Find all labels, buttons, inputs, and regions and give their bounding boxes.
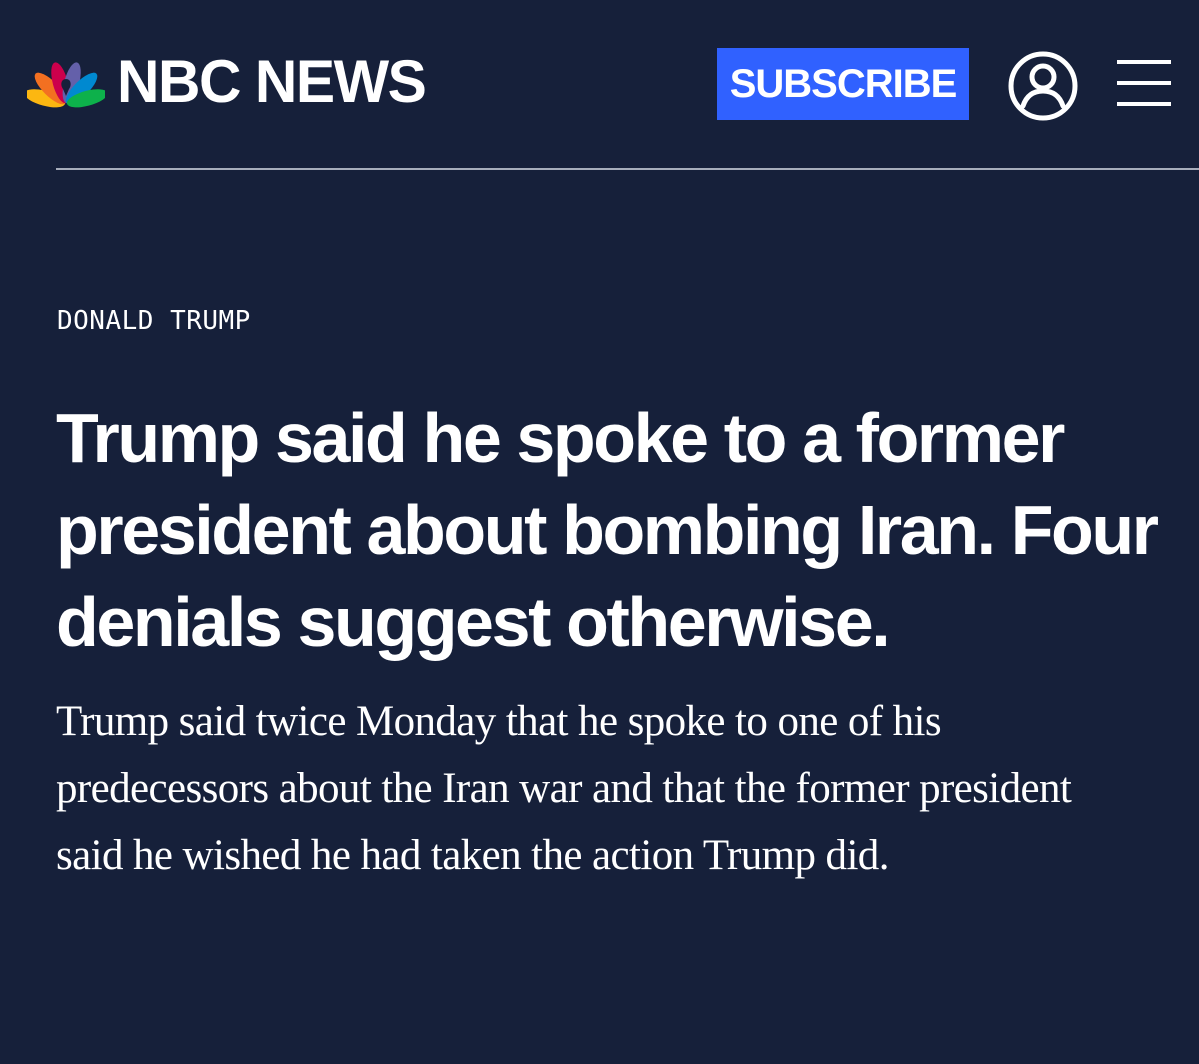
hamburger-menu-icon[interactable] xyxy=(1117,60,1171,108)
user-circle-icon[interactable] xyxy=(1007,50,1079,122)
category-link[interactable]: DONALD TRUMP xyxy=(57,306,251,336)
logo-wordmark: NBC NEWS xyxy=(117,48,427,115)
menu-bar xyxy=(1117,81,1171,85)
article-dek: Trump said twice Monday that he spoke to… xyxy=(56,698,1072,879)
site-header: NBC NEWS SUBSCRIBE xyxy=(0,0,1199,172)
peacock-logo-icon xyxy=(27,62,105,108)
menu-bar xyxy=(1117,60,1171,64)
header-divider xyxy=(56,168,1199,170)
menu-bar xyxy=(1117,102,1171,106)
article-headline: Trump said he spoke to a former presiden… xyxy=(56,399,1159,661)
nbc-news-logo[interactable]: NBC NEWS xyxy=(27,52,432,112)
subscribe-button[interactable]: SUBSCRIBE xyxy=(717,48,969,120)
